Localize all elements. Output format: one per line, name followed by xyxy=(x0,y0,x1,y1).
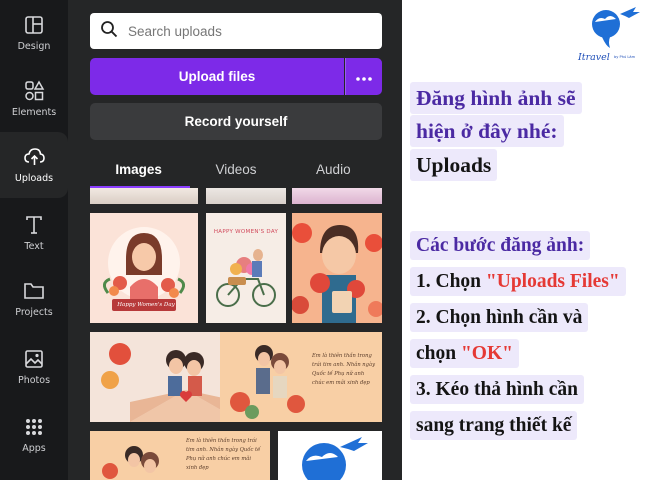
step-2-highlight: "OK" xyxy=(460,343,513,365)
couple-poem-thumbnail[interactable]: Em là thiên thần trong trái tim anh. Nhâ… xyxy=(220,332,382,422)
tab-videos[interactable]: Videos xyxy=(187,150,284,188)
article-heading: Đăng hình ảnh sẽ hiện ở đây nhé: Uploads xyxy=(410,82,628,182)
steps-block: Các bước đăng ảnh: 1. Chọn "Uploads File… xyxy=(410,228,640,444)
upload-thumbnail[interactable] xyxy=(90,188,198,204)
folder-icon xyxy=(23,280,45,302)
design-icon xyxy=(23,14,45,36)
step-2-line-2: chọn "OK" xyxy=(410,339,519,369)
sidebar-item-projects[interactable]: Projects xyxy=(0,266,68,332)
sidebar-item-uploads[interactable]: Uploads xyxy=(0,132,68,198)
card-caption: Happy Women's Day xyxy=(117,302,175,308)
couple-poem-thumbnail-2[interactable]: Em là thiên thần trong trái tim anh. Nhâ… xyxy=(90,431,270,480)
sidebar-item-label: Projects xyxy=(15,307,53,318)
heading-line-2: hiện ở đây nhé: xyxy=(410,115,564,148)
womens-day-card-thumbnail[interactable]: Happy Women's Day xyxy=(90,213,198,323)
step-3-line-1: 3. Kéo thả hình cần xyxy=(410,375,584,405)
sidebar-item-elements[interactable]: Elements xyxy=(0,66,68,132)
heading-line-1: Đăng hình ảnh sẽ xyxy=(410,82,582,114)
logo-brand: Itravel xyxy=(578,52,610,63)
poem-text: Em là thiên thần trong trái tim anh. Nhâ… xyxy=(312,353,375,386)
logo-tagline: by Phú Lâm xyxy=(614,55,636,59)
search-box[interactable] xyxy=(90,13,382,49)
globe-plane-logo-icon xyxy=(592,7,640,48)
tab-images[interactable]: Images xyxy=(90,150,187,188)
heading-line-3: Uploads xyxy=(410,148,498,181)
sidebar-item-label: Elements xyxy=(11,107,57,118)
poem-text: Em là thiên thần trong trái tim anh. Nhâ… xyxy=(186,438,261,471)
text-icon xyxy=(23,214,45,236)
photos-icon xyxy=(23,348,45,370)
search-input[interactable] xyxy=(128,23,368,39)
uploads-panel: Upload files Record yourself Images Vide… xyxy=(68,0,402,480)
sidebar-item-label: Design xyxy=(17,41,51,52)
sidebar-item-label: Text xyxy=(24,241,44,252)
step-1-highlight: "Uploads Files" xyxy=(485,271,620,293)
itravel-logo-thumbnail[interactable] xyxy=(278,431,382,480)
upload-files-button[interactable]: Upload files xyxy=(90,58,344,95)
step-2-line-1: 2. Chọn hình cần và xyxy=(410,303,589,333)
record-yourself-button[interactable]: Record yourself xyxy=(90,103,382,140)
sidebar-item-text[interactable]: Text xyxy=(0,200,68,266)
upload-thumbnail[interactable] xyxy=(206,188,286,204)
sidebar-item-photos[interactable]: Photos xyxy=(0,334,68,400)
elements-icon xyxy=(23,80,45,102)
globe-plane-icon xyxy=(302,437,368,480)
steps-title: Các bước đăng ảnh: xyxy=(410,231,591,260)
sidebar-item-design[interactable]: Design xyxy=(0,0,68,66)
sidebar-item-label: Photos xyxy=(17,375,51,386)
step-1: 1. Chọn "Uploads Files" xyxy=(410,267,626,297)
uploads-icon xyxy=(23,146,45,168)
more-icon xyxy=(356,68,372,86)
itravel-logo: Itravel by Phú Lâm xyxy=(576,4,644,66)
sidebar-item-label: Apps xyxy=(22,443,46,454)
sidebar: Design Elements Uploads Text Projects Ph… xyxy=(0,0,68,480)
more-options-button[interactable] xyxy=(345,58,382,95)
upload-thumbnail[interactable] xyxy=(292,188,382,204)
step-2-prefix: chọn xyxy=(416,343,461,365)
tab-audio[interactable]: Audio xyxy=(285,150,382,188)
step-1-prefix: 1. Chọn xyxy=(416,271,486,293)
womens-day-bike-thumbnail[interactable]: HAPPY WOMEN'S DAY xyxy=(206,213,286,323)
man-flowers-illustration xyxy=(292,213,382,323)
step-3-line-2: sang trang thiết kế xyxy=(410,411,578,441)
sidebar-item-apps[interactable]: Apps xyxy=(0,402,68,468)
man-with-flowers-thumbnail[interactable] xyxy=(292,213,382,323)
sidebar-item-label: Uploads xyxy=(14,173,54,184)
search-icon xyxy=(100,20,118,43)
card-caption: HAPPY WOMEN'S DAY xyxy=(213,229,279,235)
media-tabs: Images Videos Audio xyxy=(90,150,382,188)
apps-icon xyxy=(23,416,45,438)
